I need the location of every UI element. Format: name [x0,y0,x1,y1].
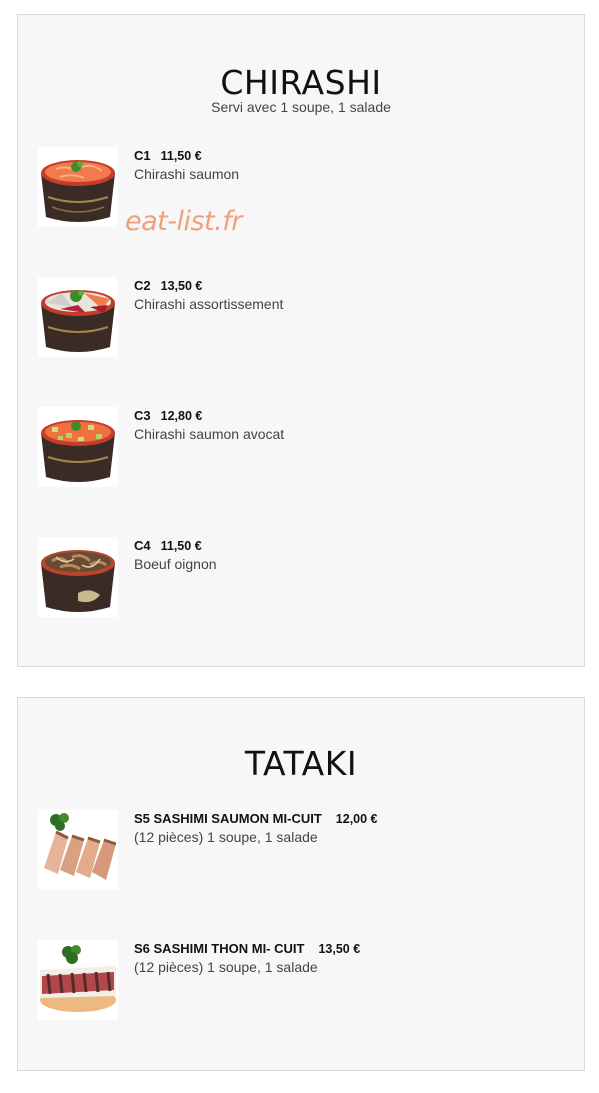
chirashi-salmon-avocado-bowl-icon [38,407,118,487]
watermark-text: eat-list.fr [125,206,242,237]
item-name: Chirashi saumon avocat [134,426,285,442]
menu-item-c1[interactable]: C1 11,50 € Chirashi saumon [38,147,568,227]
chirashi-section: CHIRASHI Servi avec 1 soupe, 1 salade C1… [17,14,585,667]
item-price: 13,50 € [318,942,361,956]
item-name: Boeuf oignon [134,556,217,572]
section-subtitle: Servi avec 1 soupe, 1 salade [211,99,391,115]
menu-item-s6[interactable]: S6 SASHIMI THON MI- CUIT 13,50 € (12 pièc… [38,940,568,1020]
chirashi-salmon-bowl-icon [38,147,118,227]
menu-item-c3[interactable]: C3 12,80 € Chirashi saumon avocat [38,407,568,487]
seared-tuna-sashimi-icon [38,940,118,1020]
item-name: Chirashi assortissement [134,296,284,312]
item-code: C1 [134,148,151,163]
seared-salmon-sashimi-icon [38,810,118,890]
item-price: 12,00 € [335,812,378,826]
section-title: CHIRASHI [220,63,382,102]
tataki-section: TATAKI S5 SASHIMI SAUMON MI-CUIT 12,00 € … [17,697,585,1071]
menu-item-s5[interactable]: S5 SASHIMI SAUMON MI-CUIT 12,00 € (12 piè… [38,810,568,890]
menu-item-c2[interactable]: C2 13,50 € Chirashi assortissement [38,277,568,357]
item-name: Chirashi saumon [134,166,240,182]
section-title: TATAKI [244,744,358,783]
chirashi-assorted-bowl-icon [38,277,118,357]
item-code: C4 [134,538,151,553]
item-code: C2 [134,278,151,293]
item-price: 11,50 € [160,149,202,163]
item-code: S6 SASHIMI THON MI- CUIT [134,941,305,956]
item-code: C3 [134,408,151,423]
item-description: (12 pièces) 1 soupe, 1 salade [134,829,318,845]
item-description: (12 pièces) 1 soupe, 1 salade [134,959,318,975]
item-code: S5 SASHIMI SAUMON MI-CUIT [134,811,322,826]
menu-item-c4[interactable]: C4 11,50 € Boeuf oignon [38,537,568,617]
item-price: 13,50 € [160,279,203,293]
item-price: 12,80 € [160,409,203,423]
beef-onion-bowl-icon [38,537,118,617]
item-price: 11,50 € [160,539,202,553]
